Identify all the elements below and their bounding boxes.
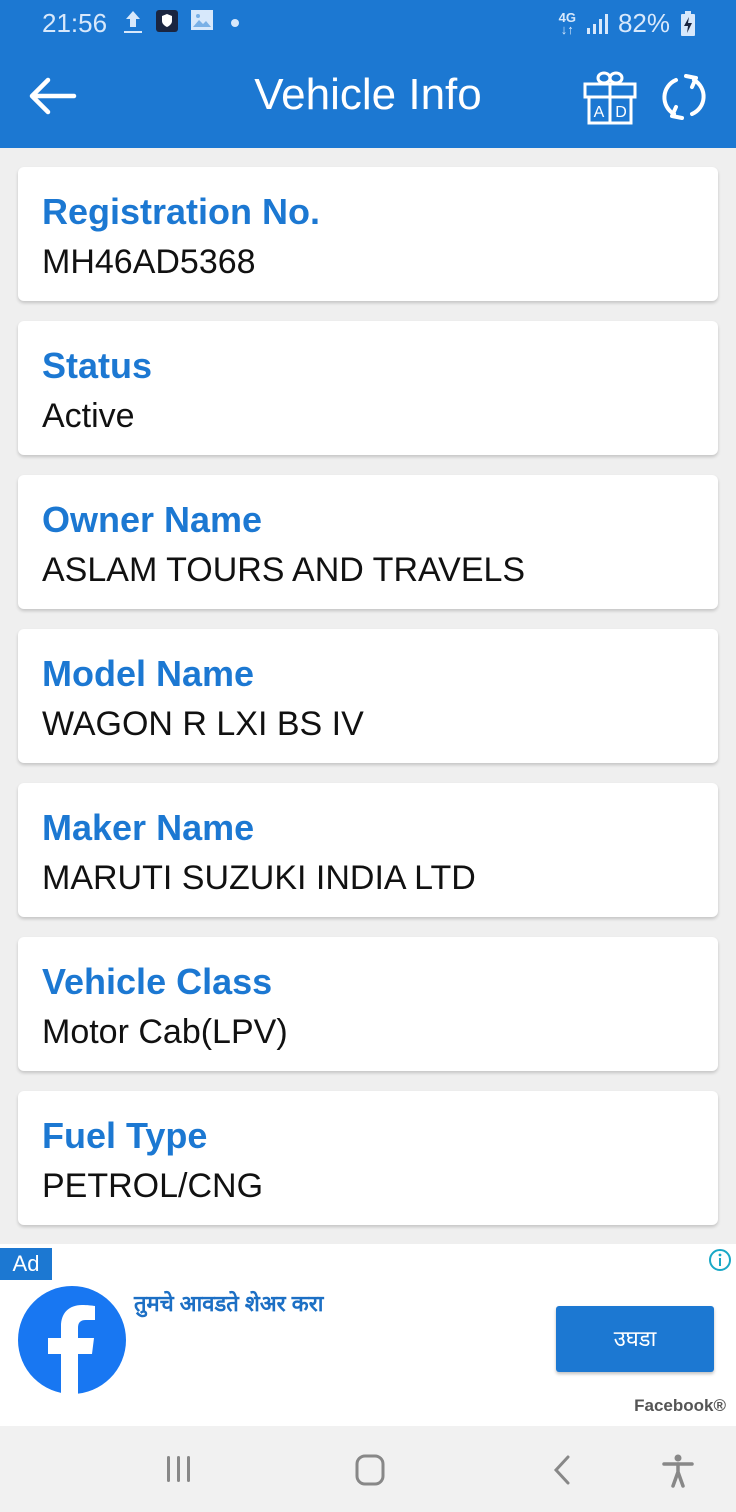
- field-label: Model Name: [42, 653, 255, 694]
- battery-percent: 82%: [617, 8, 670, 38]
- field-value: ASLAM TOURS AND TRAVELS: [42, 551, 526, 589]
- field-value: MH46AD5368: [42, 243, 256, 281]
- gallery-icon: [191, 10, 213, 30]
- field-card-status: Status Active: [18, 321, 718, 455]
- status-time: 21:56: [42, 8, 108, 38]
- home-icon[interactable]: [354, 1454, 386, 1486]
- signal-icon: [586, 13, 608, 34]
- refresh-icon[interactable]: [660, 72, 708, 122]
- field-label: Maker Name: [42, 807, 255, 848]
- network-4g-icon: 4G ↓↑: [558, 9, 576, 37]
- field-value: MARUTI SUZUKI INDIA LTD: [42, 859, 476, 897]
- field-value: PETROL/CNG: [42, 1167, 264, 1205]
- field-label: Owner Name: [42, 499, 263, 540]
- svg-text:D: D: [615, 104, 627, 121]
- field-value: Motor Cab(LPV): [42, 1013, 288, 1051]
- field-card-maker-name: Maker Name MARUTI SUZUKI INDIA LTD: [18, 783, 718, 917]
- ad-cta-button[interactable]: उघडा: [556, 1306, 714, 1372]
- upload-icon: [124, 11, 142, 33]
- field-label: Vehicle Class: [42, 961, 273, 1002]
- facebook-logo-icon: [18, 1286, 126, 1394]
- dot-icon: [231, 19, 239, 27]
- field-card-fuel-type: Fuel Type PETROL/CNG: [18, 1091, 718, 1225]
- field-card-model-name: Model Name WAGON R LXI BS IV: [18, 629, 718, 763]
- field-card-owner-name: Owner Name ASLAM TOURS AND TRAVELS: [18, 475, 718, 609]
- ad-advertiser: Facebook®: [634, 1396, 726, 1415]
- field-value: WAGON R LXI BS IV: [42, 705, 364, 743]
- field-value: Active: [42, 397, 135, 435]
- ad-badge: Ad: [0, 1248, 52, 1280]
- battery-charging-icon: [681, 10, 695, 36]
- recents-icon[interactable]: [164, 1454, 194, 1484]
- gift-ad-icon[interactable]: A D: [582, 70, 638, 126]
- ad-info-icon[interactable]: [708, 1248, 732, 1272]
- field-card-registration: Registration No. MH46AD5368: [18, 167, 718, 301]
- svg-text:A: A: [594, 104, 605, 121]
- status-right: 4G ↓↑ 82%: [559, 8, 696, 39]
- ad-headline: तुमचे आवडते शेअर करा: [134, 1291, 324, 1316]
- status-bar: 21:56 4G ↓↑ 82%: [0, 0, 736, 46]
- field-label: Status: [42, 345, 153, 386]
- accessibility-icon[interactable]: [662, 1454, 694, 1488]
- field-label: Fuel Type: [42, 1115, 208, 1156]
- back-icon[interactable]: [548, 1454, 576, 1486]
- ad-banner[interactable]: Ad तुमचे आवडते शेअर करा उघडा Facebook®: [0, 1244, 736, 1426]
- shield-app-icon: [156, 10, 178, 32]
- field-label: Registration No.: [42, 191, 321, 232]
- system-nav-bar: [0, 1426, 736, 1512]
- field-card-vehicle-class: Vehicle Class Motor Cab(LPV): [18, 937, 718, 1071]
- top-bar: 21:56 4G ↓↑ 82% Vehicle Info A D: [0, 0, 736, 148]
